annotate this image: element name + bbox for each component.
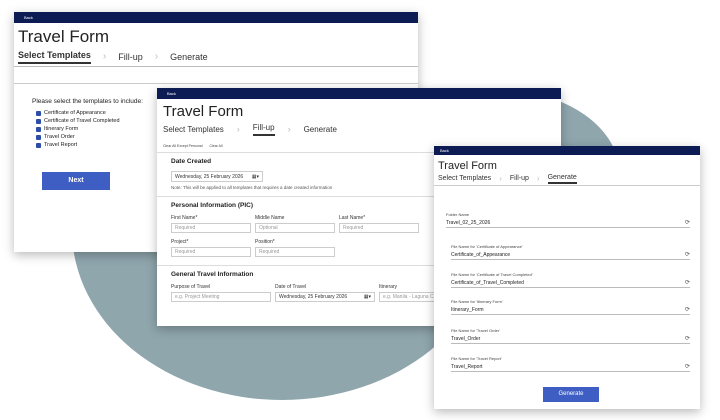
generate-button[interactable]: Generate xyxy=(543,387,599,402)
page-title: Travel Form xyxy=(438,160,497,172)
page-title: Travel Form xyxy=(18,27,109,46)
file-name-field: File Name for 'Travel Order' Travel_Orde… xyxy=(451,328,690,344)
travel-date-picker[interactable]: Wednesday, 25 February 2026 ▦▾ xyxy=(275,292,375,302)
checkbox-checked-icon[interactable] xyxy=(36,118,41,124)
tab-generate[interactable]: Generate xyxy=(304,125,337,134)
tab-generate[interactable]: Generate xyxy=(547,174,577,184)
position-field: Position* Required xyxy=(255,239,335,257)
checkbox-checked-icon[interactable] xyxy=(36,134,41,140)
tab-select-templates[interactable]: Select Templates xyxy=(438,175,491,182)
refresh-icon[interactable]: ⟳ xyxy=(685,219,690,226)
refresh-icon[interactable]: ⟳ xyxy=(685,279,690,286)
file-name-field: File Name for 'Certificate of Appearance… xyxy=(451,244,690,260)
checkbox-checked-icon[interactable] xyxy=(36,110,41,116)
middle-name-input[interactable]: Optional xyxy=(255,223,335,233)
chevron-right-icon: › xyxy=(499,174,502,183)
step-tabs: Select Templates › Fill-up › Generate xyxy=(434,172,700,186)
folder-name-input[interactable]: Travel_02_25_2026 ⟳ xyxy=(446,219,690,228)
itinerary-field: Itinerary e.g. Manila - Laguna Ca xyxy=(379,284,439,302)
step-tabs: Select Templates › Fill-up › Generate xyxy=(14,47,418,67)
last-name-input[interactable]: Required xyxy=(339,223,419,233)
chevron-right-icon: › xyxy=(102,51,107,62)
chevron-right-icon: › xyxy=(236,124,240,134)
calendar-icon: ▦▾ xyxy=(363,294,371,300)
page-title: Travel Form xyxy=(163,103,244,120)
chevron-right-icon: › xyxy=(287,124,291,134)
file-name-input[interactable]: Travel_Order ⟳ xyxy=(451,335,690,344)
file-name-input[interactable]: Certificate_of_Appearance ⟳ xyxy=(451,251,690,260)
tab-fill-up[interactable]: Fill-up xyxy=(252,123,275,136)
middle-name-field: Middle Name Optional xyxy=(255,215,335,233)
file-name-field: File Name for 'Travel Report' Travel_Rep… xyxy=(451,356,690,372)
chevron-right-icon: › xyxy=(536,174,540,183)
refresh-icon[interactable]: ⟳ xyxy=(685,306,690,313)
tab-select-templates[interactable]: Select Templates xyxy=(18,50,91,64)
refresh-icon[interactable]: ⟳ xyxy=(685,335,690,342)
last-name-field: Last Name* Required xyxy=(339,215,419,233)
folder-name-field: Folder Name Travel_02_25_2026 ⟳ xyxy=(446,212,690,228)
file-name-input[interactable]: Itinerary_Form ⟳ xyxy=(451,306,690,315)
tab-fill-up[interactable]: Fill-up xyxy=(510,175,529,182)
back-link[interactable]: Back xyxy=(440,148,449,153)
top-bar: Back xyxy=(14,12,418,23)
back-link[interactable]: Back xyxy=(167,91,176,96)
top-bar: Back xyxy=(157,88,561,99)
refresh-icon[interactable]: ⟳ xyxy=(685,363,690,370)
file-name-field: File Name for 'Itinerary Form' Itinerary… xyxy=(451,299,690,315)
generate-window: Back Travel Form Select Templates › Fill… xyxy=(434,146,700,409)
clear-all-except-personal-link[interactable]: Clear All Except Personal xyxy=(163,144,203,148)
tab-fill-up[interactable]: Fill-up xyxy=(118,52,143,62)
position-input[interactable]: Required xyxy=(255,247,335,257)
tab-generate[interactable]: Generate xyxy=(170,52,208,62)
clear-all-link[interactable]: Clear All xyxy=(209,144,222,148)
itinerary-input[interactable]: e.g. Manila - Laguna Ca xyxy=(379,292,439,302)
divider xyxy=(14,67,418,84)
checkbox-checked-icon[interactable] xyxy=(36,126,41,132)
tab-select-templates[interactable]: Select Templates xyxy=(163,125,224,134)
project-input[interactable]: Required xyxy=(171,247,251,257)
first-name-field: First Name* Required xyxy=(171,215,251,233)
top-bar: Back xyxy=(434,146,700,155)
date-created-picker[interactable]: Wednesday, 25 February 2026 ▦▾ xyxy=(171,171,263,182)
purpose-field: Purpose of Travel e.g. Project Meeting xyxy=(171,284,271,302)
step-tabs: Select Templates › Fill-up › Generate xyxy=(157,120,561,138)
file-name-input[interactable]: Travel_Report ⟳ xyxy=(451,363,690,372)
travel-date-field: Date of Travel Wednesday, 25 February 20… xyxy=(275,284,375,302)
checkbox-checked-icon[interactable] xyxy=(36,142,41,148)
file-name-input[interactable]: Certificate_of_Travel_Completed ⟳ xyxy=(451,279,690,288)
calendar-icon: ▦▾ xyxy=(251,173,259,180)
back-link[interactable]: Back xyxy=(24,15,33,20)
first-name-input[interactable]: Required xyxy=(171,223,251,233)
purpose-input[interactable]: e.g. Project Meeting xyxy=(171,292,271,302)
chevron-right-icon: › xyxy=(154,51,159,62)
project-field: Project* Required xyxy=(171,239,251,257)
file-name-field: File Name for 'Certificate of Travel Com… xyxy=(451,272,690,288)
refresh-icon[interactable]: ⟳ xyxy=(685,251,690,258)
next-button[interactable]: Next xyxy=(42,172,110,190)
